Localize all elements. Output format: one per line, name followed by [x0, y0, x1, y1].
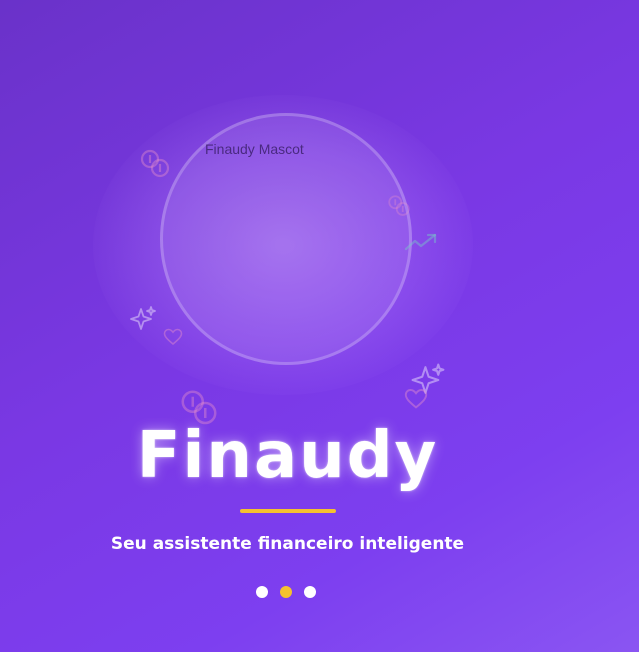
coins-icon [388, 195, 410, 216]
pagination-dots [256, 586, 316, 598]
heart-icon [404, 389, 428, 409]
pagination-dot[interactable] [256, 586, 268, 598]
app-tagline: Seu assistente financeiro inteligente [110, 534, 465, 554]
sparkles-icon [130, 306, 156, 330]
pagination-dot[interactable] [280, 586, 292, 598]
pagination-dot[interactable] [304, 586, 316, 598]
app-title: Finaudy [136, 419, 439, 493]
coins-icon [140, 149, 170, 178]
heart-icon [163, 328, 183, 346]
trend-up-icon [404, 233, 437, 251]
mascot-alt-text: Finaudy Mascot [205, 141, 304, 157]
title-underline [240, 509, 336, 513]
splash-screen: Finaudy Mascot Finaudy Seu assistente fi… [0, 0, 639, 652]
